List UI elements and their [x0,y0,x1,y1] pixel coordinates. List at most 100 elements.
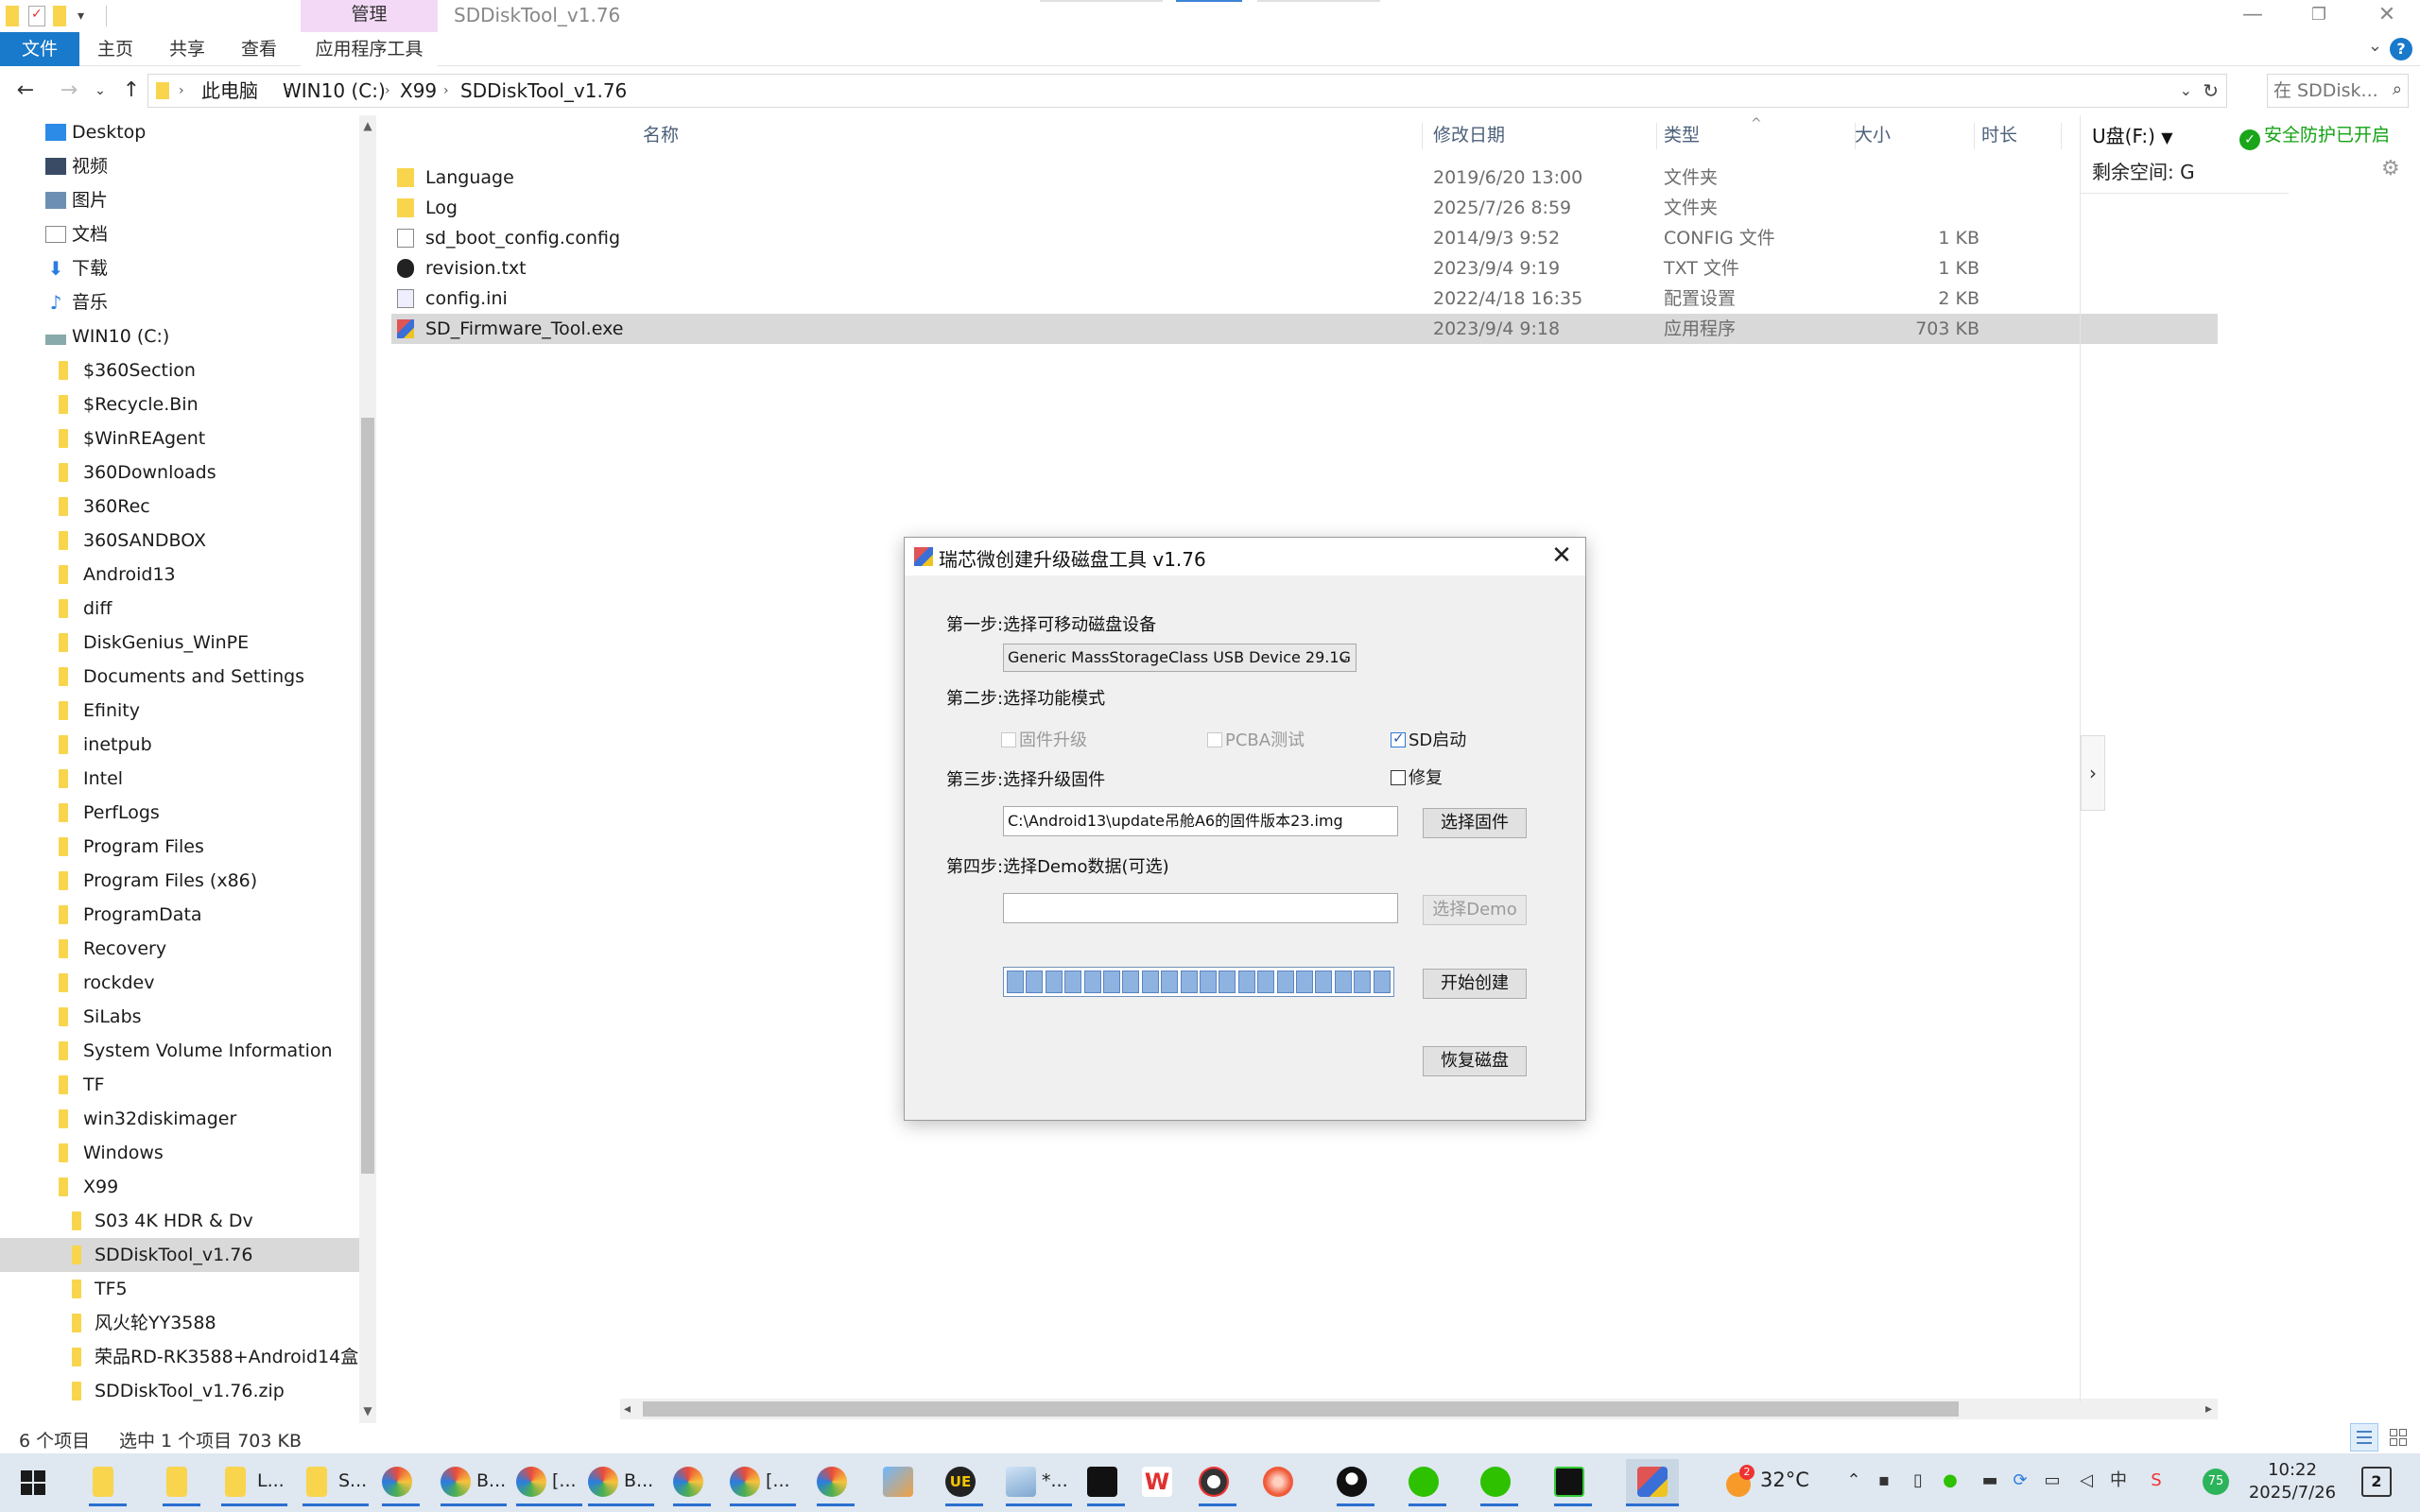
file-list-horizontal-scrollbar[interactable]: ◂ ▸ [620,1399,2218,1419]
refresh-icon[interactable]: ↻ [2203,75,2219,107]
column-divider[interactable] [1656,123,1657,149]
up-button[interactable]: ↑ [115,76,147,106]
scroll-down-icon[interactable]: ▼ [361,1404,374,1418]
taskbar-browser-1[interactable] [382,1459,420,1506]
tree-item[interactable]: Program Files (x86) [0,864,359,898]
tree-item[interactable]: $360Section [0,353,359,387]
search-box[interactable]: ⌕ [2267,74,2409,108]
taskbar-explorer-1[interactable] [89,1459,127,1506]
tree-item[interactable]: S03 4K HDR & Dv [0,1204,359,1238]
breadcrumb-separator[interactable]: › [385,75,390,107]
address-bar[interactable]: › 此电脑 › WIN10 (C:) › X99 › SDDiskTool_v1… [147,74,2227,108]
column-divider[interactable] [2061,123,2062,149]
taskbar-browser-5[interactable] [673,1459,711,1506]
search-icon[interactable]: ⌕ [2393,79,2402,99]
taskbar-monitor[interactable] [1554,1459,1592,1506]
firmware-upgrade-checkbox[interactable]: 固件升级 [1001,727,1087,751]
display-icon[interactable]: ▭ [2042,1470,2063,1491]
breadcrumb-this-pc[interactable]: 此电脑 [201,75,258,107]
taskbar-paint[interactable] [883,1459,921,1506]
tree-item[interactable]: SiLabs [0,1000,359,1034]
gear-icon[interactable]: ⚙ [2381,157,2400,180]
tree-item[interactable]: rockdev [0,966,359,1000]
tree-item[interactable]: ⬇ 下载 [0,251,359,285]
temperature-label[interactable]: 32°C [1760,1469,1809,1491]
collapse-pane-button[interactable]: › [2081,735,2105,811]
tree-item[interactable]: inetpub [0,728,359,762]
taskbar-snail[interactable] [1263,1459,1301,1506]
taskbar-sd-tool[interactable] [1626,1459,1679,1506]
address-dropdown-icon[interactable]: ⌄ [2180,75,2192,107]
column-header-size[interactable]: 大小 [1855,115,1891,155]
tree-item[interactable]: PerfLogs [0,796,359,830]
tree-item[interactable]: ProgramData [0,898,359,932]
taskbar-browser-2[interactable]: B... [441,1459,507,1506]
file-row[interactable]: Log 2025/7/26 8:59 文件夹 [391,193,2218,223]
tree-item[interactable]: 图片 [0,183,359,217]
battery-icon[interactable]: ▬ [1979,1470,2000,1491]
scroll-up-icon[interactable]: ▲ [361,119,374,132]
tree-item[interactable]: X99 [0,1170,359,1204]
wechat-tray-icon[interactable]: ● [1940,1470,1961,1491]
taskbar-explorer-4[interactable]: S... [302,1459,369,1506]
file-row[interactable]: Language 2019/6/20 13:00 文件夹 [391,163,2218,193]
breadcrumb-x99[interactable]: X99 [400,75,437,107]
sogou-icon[interactable]: S [2146,1470,2167,1491]
tree-item[interactable]: 风火轮YY3588 [0,1306,359,1340]
file-row[interactable]: sd_boot_config.config 2014/9/3 9:52 CONFIG… [391,223,2218,253]
file-row[interactable]: SD_Firmware_Tool.exe 2023/9/4 9:18 应用程序 703… [391,314,2218,344]
search-input[interactable] [2273,79,2377,102]
tree-item[interactable]: TF [0,1068,359,1102]
taskbar-browser-7[interactable] [817,1459,855,1506]
back-button[interactable]: ← [9,76,42,106]
taskbar-browser-4[interactable]: B... [588,1459,654,1506]
tree-item[interactable]: SDDiskTool_v1.76 [0,1238,359,1272]
tree-item[interactable]: Desktop [0,115,359,149]
properties-icon[interactable]: ✓ [28,6,45,26]
tab-app-tools[interactable]: 应用程序工具 [301,32,438,66]
usb-icon[interactable]: ▯ [1908,1470,1928,1491]
scroll-left-icon[interactable]: ◂ [624,1399,631,1419]
firmware-path-field[interactable]: C:\Android13\update吊舱A6的固件版本23.img [1003,806,1398,836]
breadcrumb-drive[interactable]: WIN10 (C:) [283,75,386,107]
forward-button[interactable]: → [53,76,85,106]
sync-icon[interactable]: ⟳ [2010,1470,2031,1491]
tree-item[interactable]: 360Rec [0,490,359,524]
breadcrumb-separator[interactable]: › [179,75,184,107]
file-row[interactable]: revision.txt 2023/9/4 9:19 TXT 文件 1 KB [391,253,2218,284]
tree-item[interactable]: win32diskimager [0,1102,359,1136]
tree-item[interactable]: 360Downloads [0,455,359,490]
select-firmware-button[interactable]: 选择固件 [1423,808,1527,838]
new-folder-icon[interactable] [53,6,66,26]
tree-item[interactable]: Intel [0,762,359,796]
recent-locations-button[interactable]: ⌄ [91,76,110,106]
restore-disk-button[interactable]: 恢复磁盘 [1423,1046,1527,1076]
tree-item[interactable]: diff [0,592,359,626]
tree-item[interactable]: Windows [0,1136,359,1170]
taskbar-wechat-1[interactable] [1409,1459,1446,1506]
horizontal-scroll-thumb[interactable] [643,1401,1959,1417]
clock[interactable]: 10:22 2025/7/26 [2240,1459,2344,1504]
dialog-close-button[interactable]: ✕ [1546,541,1578,572]
pcba-test-checkbox[interactable]: PCBA测试 [1207,727,1305,751]
tree-item[interactable]: Recovery [0,932,359,966]
taskbar-notepad[interactable]: *... [1006,1459,1072,1506]
dialog-title-bar[interactable]: 瑞芯微创建升级磁盘工具 v1.76 ✕ [905,538,1585,576]
tab-view[interactable]: 查看 [231,32,287,66]
details-view-button[interactable] [2350,1423,2378,1452]
tree-scrollbar[interactable]: ▲ ▼ [359,115,376,1423]
select-demo-button[interactable]: 选择Demo [1423,895,1527,925]
tree-item[interactable]: Android13 [0,558,359,592]
breadcrumb-separator[interactable]: › [443,75,449,107]
volume-icon[interactable]: ◁ [2076,1470,2097,1491]
column-header-type[interactable]: 类型 [1664,115,1700,155]
demo-path-field[interactable] [1003,893,1398,923]
repair-checkbox[interactable]: 修复 [1391,765,1443,789]
weather-icon[interactable]: 2 [1722,1465,1754,1499]
storage-icon[interactable]: ▪ [1874,1470,1894,1491]
windows-start-icon[interactable] [21,1470,45,1495]
tab-home[interactable]: 主页 [87,32,144,66]
taskbar-explorer-2[interactable] [163,1459,200,1506]
large-icons-view-button[interactable] [2384,1423,2412,1452]
restore-button[interactable]: ❐ [2291,0,2346,32]
